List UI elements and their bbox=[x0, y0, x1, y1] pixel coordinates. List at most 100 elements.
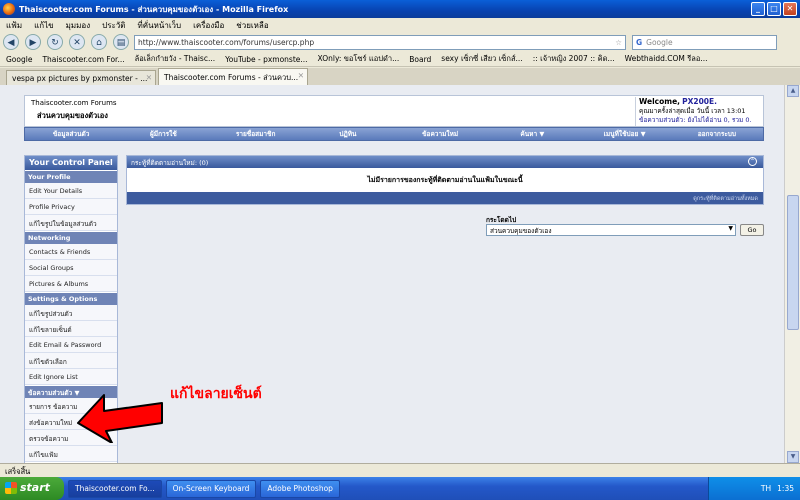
status-bar: เสร็จสิ้น bbox=[0, 463, 800, 477]
sidebar-item-edit-details[interactable]: Edit Your Details bbox=[25, 183, 117, 199]
section-settings: Settings & Options bbox=[25, 292, 117, 305]
windows-taskbar: start Thaiscooter.com Fo... On-Screen Ke… bbox=[0, 477, 800, 500]
subscribed-threads-header: กระทู้ที่ติดตามอ่านใหม่: (0) ⌃ bbox=[127, 156, 763, 168]
menu-file[interactable]: แฟ้ม bbox=[6, 19, 22, 32]
arrow-shape bbox=[77, 394, 163, 443]
collapse-icon[interactable]: ⌃ bbox=[748, 157, 757, 166]
menu-tools[interactable]: เครื่องมือ bbox=[193, 19, 224, 32]
bookmark-item[interactable]: :: เจ้าหญิง 2007 :: คิด... bbox=[533, 53, 615, 65]
clock: 1:35 bbox=[777, 484, 794, 493]
scroll-up-icon[interactable]: ▲ bbox=[787, 85, 799, 97]
forum-header: Thaiscooter.com Forums ส่วนควบคุมของตัวเ… bbox=[24, 95, 764, 127]
taskbar-firefox[interactable]: Thaiscooter.com Fo... bbox=[68, 479, 162, 498]
sidebar-item-edit-options[interactable]: แก้ไขตัวเลือก bbox=[25, 353, 117, 369]
language-indicator[interactable]: TH bbox=[761, 484, 771, 493]
bookmark-item[interactable]: Thaiscooter.com For... bbox=[42, 55, 124, 64]
subscribed-threads-panel: กระทู้ที่ติดตามอ่านใหม่: (0) ⌃ ไม่มีรายก… bbox=[126, 155, 764, 205]
sidebar-item-social-groups[interactable]: Social Groups bbox=[25, 260, 117, 276]
page-icon[interactable]: ▤ bbox=[113, 34, 129, 50]
menu-help[interactable]: ช่วยเหลือ bbox=[236, 19, 268, 32]
url-text: http://www.thaiscooter.com/forums/usercp… bbox=[138, 38, 315, 47]
page-content: Thaiscooter.com Forums ส่วนควบคุมของตัวเ… bbox=[0, 85, 784, 463]
nav-usercp[interactable]: ข้อมูลส่วนตัว bbox=[25, 129, 117, 139]
bookmark-item[interactable]: YouTube - pxmonste... bbox=[225, 55, 307, 64]
tab-strip: vespa px pictures by pxmonster - ... ✕ T… bbox=[0, 68, 800, 85]
url-bar[interactable]: http://www.thaiscooter.com/forums/usercp… bbox=[134, 35, 626, 50]
start-button[interactable]: start bbox=[0, 477, 64, 500]
sidebar-item-profile-privacy[interactable]: Profile Privacy bbox=[25, 199, 117, 215]
nav-faq[interactable]: ผู้มีการใช้ bbox=[117, 129, 209, 139]
back-icon[interactable]: ◀ bbox=[3, 34, 19, 50]
section-networking: Networking bbox=[25, 231, 117, 244]
breadcrumb-root[interactable]: Thaiscooter.com Forums bbox=[31, 99, 117, 107]
jump-select[interactable]: ส่วนควบคุมของตัวเอง ▼ bbox=[486, 224, 736, 236]
sidebar-item-edit-email[interactable]: Edit Email & Password bbox=[25, 337, 117, 353]
sidebar-item-edit-avatar[interactable]: แก้ไขรูปส่วนตัว bbox=[25, 305, 117, 321]
taskbar-onscreen-keyboard[interactable]: On-Screen Keyboard bbox=[165, 479, 257, 498]
menu-bookmarks[interactable]: ที่คั่นหน้าเว็บ bbox=[137, 19, 181, 32]
start-label: start bbox=[20, 481, 50, 494]
menu-edit[interactable]: แก้ไข bbox=[34, 19, 54, 32]
red-arrow-icon bbox=[77, 394, 163, 443]
window-titlebar: Thaiscooter.com Forums - ส่วนควบคุมของตั… bbox=[0, 0, 800, 18]
stop-icon[interactable]: ✕ bbox=[69, 34, 85, 50]
window-title: Thaiscooter.com Forums - ส่วนควบคุมของตั… bbox=[19, 4, 289, 14]
home-icon[interactable]: ⌂ bbox=[91, 34, 107, 50]
tab-label: Thaiscooter.com Forums - ส่วนควบ... bbox=[164, 73, 299, 82]
nav-search[interactable]: ค้นหา ▼ bbox=[486, 129, 578, 139]
reload-icon[interactable]: ↻ bbox=[47, 34, 63, 50]
tab-close-icon[interactable]: ✕ bbox=[298, 71, 304, 80]
view-all-subscriptions-link[interactable]: ดูกระทู้ที่ติดตามอ่านทั้งหมด bbox=[127, 192, 763, 204]
empty-message: ไม่มีรายการของกระทู้ที่ติดตามอ่านในแฟ้มใ… bbox=[367, 176, 523, 184]
section-your-profile: Your Profile bbox=[25, 170, 117, 183]
system-tray: TH 1:35 bbox=[708, 477, 800, 500]
menu-history[interactable]: ประวัติ bbox=[102, 19, 125, 32]
scroll-thumb[interactable] bbox=[787, 195, 799, 330]
menu-bar: แฟ้ม แก้ไข มุมมอง ประวัติ ที่คั่นหน้าเว็… bbox=[0, 18, 800, 32]
sidebar-item-contacts[interactable]: Contacts & Friends bbox=[25, 244, 117, 260]
menu-view[interactable]: มุมมอง bbox=[66, 19, 91, 32]
sidebar-item-edit-folders[interactable]: แก้ไขแฟ้ม bbox=[25, 446, 117, 462]
bookmark-star-icon[interactable]: ☆ bbox=[615, 38, 622, 47]
private-messages-link[interactable]: ข้อความส่วนตัว: ยังไม่ได้อ่าน 0, รวม 0. bbox=[639, 116, 752, 124]
tab-label: vespa px pictures by pxmonster - ... bbox=[12, 74, 148, 83]
google-icon: G bbox=[636, 38, 643, 47]
tab-vespa[interactable]: vespa px pictures by pxmonster - ... ✕ bbox=[6, 70, 156, 85]
sidebar-item-pictures[interactable]: Pictures & Albums bbox=[25, 276, 117, 292]
username-link[interactable]: PX200E. bbox=[682, 97, 717, 106]
search-input[interactable]: G Google bbox=[632, 35, 777, 50]
tab-close-icon[interactable]: ✕ bbox=[146, 73, 152, 82]
bookmark-item[interactable]: Webthaidd.COM รีลอ... bbox=[625, 53, 708, 65]
subscribed-threads-title[interactable]: กระทู้ที่ติดตามอ่านใหม่: (0) bbox=[131, 159, 208, 167]
scroll-down-icon[interactable]: ▼ bbox=[787, 451, 799, 463]
breadcrumb-current: ส่วนควบคุมของตัวเอง bbox=[37, 111, 108, 120]
sidebar-item-profile-picture[interactable]: แก้ไขรูปในข้อมูลส่วนตัว bbox=[25, 215, 117, 231]
sidebar-item-edit-signature[interactable]: แก้ไขลายเซ็นต์ bbox=[25, 321, 117, 337]
bookmark-item[interactable]: ล้อเล็กกำยวัง - Thaisc... bbox=[135, 53, 216, 65]
maximize-button[interactable]: □ bbox=[767, 2, 781, 16]
welcome-label: Welcome, bbox=[639, 97, 681, 106]
nav-members[interactable]: รายชื่อสมาชิก bbox=[210, 129, 302, 139]
bookmark-item[interactable]: Google bbox=[6, 55, 32, 64]
minimize-button[interactable]: _ bbox=[751, 2, 765, 16]
control-panel-title: Your Control Panel bbox=[25, 156, 117, 170]
bookmarks-toolbar: Google Thaiscooter.com For... ล้อเล็กกำย… bbox=[0, 52, 800, 67]
bookmark-item[interactable]: XOnly: ขอโซร์ แอปดำ... bbox=[318, 53, 400, 65]
forward-icon[interactable]: ▶ bbox=[25, 34, 41, 50]
search-placeholder: Google bbox=[646, 38, 673, 47]
chevron-down-icon: ▼ bbox=[728, 225, 733, 232]
vertical-scrollbar[interactable]: ▲ ▼ bbox=[784, 85, 800, 463]
taskbar-photoshop[interactable]: Adobe Photoshop bbox=[260, 479, 340, 498]
bookmark-item[interactable]: Board bbox=[409, 55, 431, 64]
tab-thaiscooter[interactable]: Thaiscooter.com Forums - ส่วนควบ... ✕ bbox=[158, 68, 308, 85]
nav-logout[interactable]: ออกจากระบบ bbox=[671, 129, 763, 139]
go-button[interactable]: Go bbox=[740, 224, 764, 236]
nav-new-posts[interactable]: ข้อความใหม่ bbox=[394, 129, 486, 139]
bookmark-item[interactable]: sexy เซ็กซี่ เสียว เซ็กส์... bbox=[441, 53, 522, 65]
welcome-box: Welcome, PX200E. คุณมาครั้งล่าสุดเมื่อ ว… bbox=[635, 97, 763, 126]
status-text: เสร็จสิ้น bbox=[5, 467, 31, 476]
jump-selected-value: ส่วนควบคุมของตัวเอง bbox=[490, 227, 552, 235]
close-button[interactable]: ✕ bbox=[783, 2, 797, 16]
nav-calendar[interactable]: ปฏิทิน bbox=[302, 129, 394, 139]
nav-quick-links[interactable]: เมนูที่ใช้บ่อย ▼ bbox=[579, 129, 671, 139]
